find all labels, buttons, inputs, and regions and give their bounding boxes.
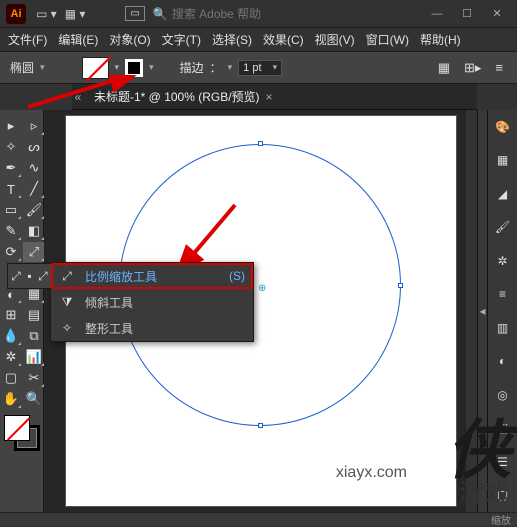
search-input[interactable] [172,7,282,21]
menu-effect[interactable]: 效果(C) [263,31,304,48]
window-controls: — ☐ ✕ [423,4,511,24]
menu-file[interactable]: 文件(F) [8,31,47,48]
flyout-tearoff[interactable]: ⤢▪⤢ [7,263,51,289]
gradient-panel-icon[interactable]: ▥ [493,319,513,337]
stroke-weight-input[interactable]: 1 pt▾ [238,60,282,76]
status-bar: 缩放 [0,512,517,526]
search-icon: 🔍 [153,7,168,21]
flyout-label: 整形工具 [85,320,133,337]
colorguide-panel-icon[interactable]: ◢ [493,185,513,203]
brushes-panel-icon[interactable]: 🖌 [493,219,513,237]
color-panel-icon[interactable]: 🎨 [493,118,513,136]
slice-tool[interactable]: ✂ [23,368,45,388]
shaper-tool[interactable]: ✎ [0,221,22,241]
bridge-icon[interactable]: ▭ ▾ [36,7,57,21]
rectangle-tool[interactable]: ▭ [0,200,22,220]
scale-icon: ⤢ [59,269,75,284]
menu-edit[interactable]: 编辑(E) [58,31,98,48]
flyout-label: 倾斜工具 [85,294,133,311]
title-dropdowns: ▭ ▾ ▦ ▾ [36,7,85,21]
symbol-sprayer-tool[interactable]: ✲ [0,347,22,367]
bbox-handle-right[interactable] [398,283,403,288]
fill-stroke-swatches[interactable] [4,415,40,451]
stroke-dropdown[interactable]: ▾ [149,62,154,73]
help-search[interactable]: 🔍 [153,7,423,21]
line-tool[interactable]: ╱ [23,179,45,199]
menu-object[interactable]: 对象(O) [109,31,150,48]
bbox-handle-bottom[interactable] [258,423,263,428]
gradient-tool[interactable]: ▤ [23,305,45,325]
menu-select[interactable]: 选择(S) [212,31,252,48]
menu-help[interactable]: 帮助(H) [420,31,461,48]
symbols-panel-icon[interactable]: ✲ [493,252,513,270]
menu-type[interactable]: 文字(T) [162,31,201,48]
blend-tool[interactable]: ⧉ [23,326,45,346]
shear-icon: ⧩ [59,295,75,310]
document-tab-bar: « 未标题-1* @ 100% (RGB/预览) × [72,84,477,110]
menu-window[interactable]: 窗口(W) [366,31,409,48]
transparency-panel-icon[interactable]: ◐ [493,353,513,371]
options-bar: 椭圆 ▾ ▾ ▾ 描边 ： ▾ 1 pt▾ ▦ ⊞▸ ≡ [0,52,517,84]
swatches-panel-icon[interactable]: ▦ [493,152,513,170]
status-text: 缩放 [491,512,511,527]
toolbox: ▸ ▹ ✧ ᔕ ✒ ∿ T ╱ ▭ 🖌 ✎ ◧ ⟳ ⤢ ⋔ ◫ ◐ ▦ ⊞ ▤ … [0,110,44,512]
menu-view[interactable]: 视图(V) [315,31,355,48]
chevron-down-icon[interactable]: ▾ [40,62,45,73]
stroke-panel-icon[interactable]: ≡ [493,286,513,304]
flyout-item-shear[interactable]: ⧩ 倾斜工具 [51,289,253,315]
app-logo: Ai [6,4,26,24]
maximize-button[interactable]: ☐ [453,4,481,24]
fill-swatch[interactable] [82,57,109,79]
rotate-tool[interactable]: ⟳ [0,242,22,262]
tab-scroll-left[interactable]: « [72,90,84,104]
eraser-tool[interactable]: ◧ [23,221,45,241]
reshape-icon: ✧ [59,321,75,335]
scale-tool[interactable]: ⤢ [23,242,45,262]
tab-close-icon[interactable]: × [266,90,273,104]
arrange-icon[interactable]: ▦ ▾ [65,7,86,21]
curvature-tool[interactable]: ∿ [23,158,45,178]
flyout-item-scale[interactable]: ⤢ 比例缩放工具 (S) [51,263,253,289]
transform-icon[interactable]: ⊞▸ [460,58,485,78]
title-bar: Ai ▭ ▾ ▦ ▾ ▭ 🔍 — ☐ ✕ [0,0,517,28]
selection-tool[interactable]: ▸ [0,116,22,136]
panel-menu-icon[interactable]: ≡ [491,58,507,77]
flyout-item-reshape[interactable]: ✧ 整形工具 [51,315,253,341]
document-tab[interactable]: 未标题-1* @ 100% (RGB/预览) × [84,88,283,105]
scale-tool-flyout: ⤢▪⤢ ⤢ 比例缩放工具 (S) ⧩ 倾斜工具 ✧ 整形工具 [50,262,254,342]
artboard-tool[interactable]: ▢ [0,368,22,388]
flyout-label: 比例缩放工具 [85,268,157,285]
pen-tool[interactable]: ✒ [0,158,22,178]
doc-setup-icon[interactable]: ▭ [125,6,144,21]
stroke-menu[interactable]: ▾ [228,62,233,73]
paintbrush-tool[interactable]: 🖌 [23,200,45,220]
stroke-swatch[interactable] [125,59,143,77]
active-tool-label: 椭圆 [10,59,34,76]
graph-tool[interactable]: 📊 [23,347,45,367]
menu-bar: 文件(F) 编辑(E) 对象(O) 文字(T) 选择(S) 效果(C) 视图(V… [0,28,517,52]
hand-tool[interactable]: ✋ [0,389,22,409]
flyout-shortcut: (S) [229,269,245,283]
direct-selection-tool[interactable]: ▹ [23,116,45,136]
toolbox-fill[interactable] [4,415,30,441]
eyedropper-tool[interactable]: 💧 [0,326,22,346]
appearance-panel-icon[interactable]: ◎ [493,386,513,404]
transform-origin-icon[interactable]: ⊕ [258,283,266,294]
watermark: 侠 游戏 [447,428,511,508]
lasso-tool[interactable]: ᔕ [23,137,45,157]
watermark-char: 侠 [447,428,511,473]
mesh-tool[interactable]: ⊞ [0,305,22,325]
magic-wand-tool[interactable]: ✧ [0,137,22,157]
type-tool[interactable]: T [0,179,22,199]
stroke-label: 描边 [180,59,204,76]
zoom-tool[interactable]: 🔍 [23,389,45,409]
align-icon[interactable]: ▦ [434,58,454,78]
minimize-button[interactable]: — [423,4,451,24]
fill-dropdown[interactable]: ▾ [115,62,120,73]
document-tab-title: 未标题-1* @ 100% (RGB/预览) [94,88,260,105]
watermark-url: xiayx.com [336,464,407,482]
bbox-handle-top[interactable] [258,141,263,146]
close-button[interactable]: ✕ [483,4,511,24]
colon: ： [210,59,222,76]
